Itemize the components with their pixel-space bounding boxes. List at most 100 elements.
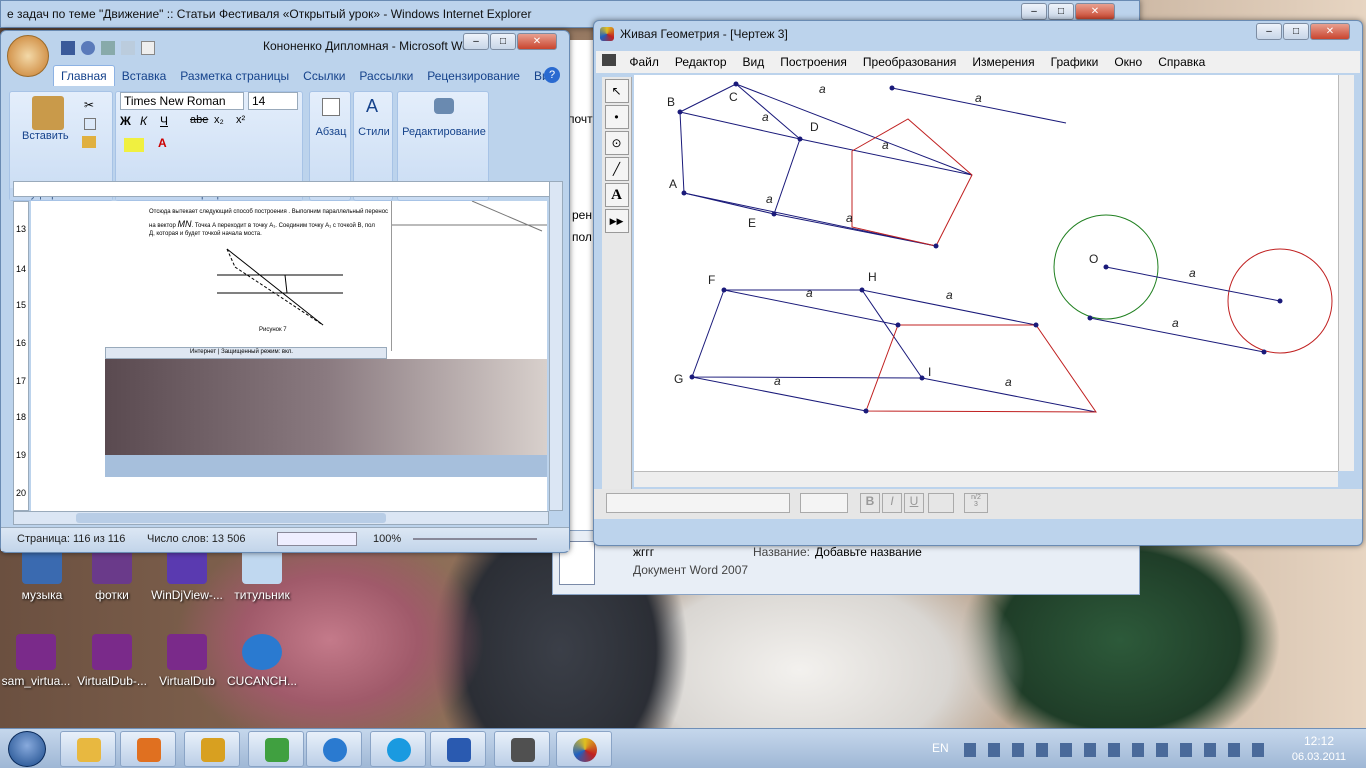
symbol-button[interactable] [928, 493, 954, 513]
page-status[interactable]: Страница: 116 из 116 [17, 533, 125, 545]
size-select[interactable] [800, 493, 848, 513]
label-F[interactable]: F [708, 273, 715, 287]
label-A[interactable]: A [669, 177, 677, 191]
horizontal-scrollbar[interactable] [13, 511, 549, 525]
vertical-scrollbar[interactable] [549, 181, 563, 511]
label-B[interactable]: B [667, 95, 675, 109]
clock-time[interactable]: 12:12 [1290, 734, 1348, 748]
taskbar-media-player[interactable] [120, 731, 176, 767]
tab-home[interactable]: Главная [53, 65, 115, 86]
geometry-hscroll[interactable] [634, 471, 1338, 487]
label-I[interactable]: I [928, 365, 931, 379]
taskbar-explorer[interactable] [60, 731, 116, 767]
tab-review[interactable]: Рецензирование [420, 66, 527, 86]
tab-page-layout[interactable]: Разметка страницы [173, 66, 296, 86]
fraction-button[interactable]: n/2 3 [964, 493, 988, 513]
menu-construct[interactable]: Построения [780, 55, 847, 69]
close-icon[interactable]: ✕ [517, 33, 557, 50]
menu-view[interactable]: Вид [743, 55, 765, 69]
font-color-icon[interactable]: A [158, 136, 167, 150]
document-area[interactable]: Отсюда вытекает следующий способ построе… [31, 201, 547, 511]
font-name-select[interactable]: Times New Roman [120, 92, 244, 110]
paste-icon[interactable] [32, 96, 64, 130]
menu-window[interactable]: Окно [1114, 55, 1142, 69]
taskbar-printer[interactable] [494, 731, 550, 767]
undo-icon[interactable] [81, 41, 95, 55]
bold-button[interactable]: Ж [120, 114, 138, 128]
help-icon[interactable]: ? [544, 67, 560, 83]
tray-icons[interactable] [964, 743, 1274, 757]
horizontal-ruler[interactable] [13, 181, 563, 197]
line-tool[interactable]: ╱ [604, 157, 629, 181]
underline-button[interactable]: U [904, 493, 924, 513]
editing-button[interactable]: Редактирование [398, 126, 490, 138]
desktop-icon-windjview[interactable]: WinDjView-... [145, 548, 229, 602]
desktop-icon-virtualdub-1[interactable]: VirtualDub-... [70, 634, 154, 688]
taskbar-app-flower[interactable] [248, 731, 304, 767]
maximize-icon[interactable]: □ [1283, 23, 1309, 40]
text-tool[interactable]: A [604, 183, 629, 207]
taskbar-internet-explorer[interactable] [306, 731, 362, 767]
underline-button[interactable]: Ч [160, 114, 188, 128]
print-preview-icon[interactable] [121, 41, 135, 55]
font-size-select[interactable]: 14 [248, 92, 298, 110]
label-C[interactable]: C [729, 90, 738, 104]
menu-measure[interactable]: Измерения [972, 55, 1034, 69]
menu-file[interactable]: Файл [629, 55, 659, 69]
tab-references[interactable]: Ссылки [296, 66, 352, 86]
minimize-icon[interactable]: – [1021, 3, 1047, 20]
format-painter-icon[interactable] [82, 136, 96, 148]
custom-tool[interactable]: ▶▶ [604, 209, 629, 233]
copy-icon[interactable] [84, 118, 96, 130]
menu-transform[interactable]: Преобразования [863, 55, 957, 69]
bold-button[interactable]: B [860, 493, 880, 513]
menu-help[interactable]: Справка [1158, 55, 1205, 69]
label-O[interactable]: O [1089, 252, 1098, 266]
zoom-slider[interactable] [413, 538, 537, 540]
clock-date[interactable]: 06.03.2011 [1290, 751, 1348, 763]
italic-button[interactable]: К [140, 114, 158, 128]
desktop-icon-virtualdub-2[interactable]: VirtualDub [145, 634, 229, 688]
styles-button[interactable]: Стили [356, 126, 392, 138]
close-icon[interactable]: ✕ [1310, 23, 1350, 40]
label-D[interactable]: D [810, 120, 819, 134]
cut-icon[interactable]: ✂ [84, 98, 94, 112]
highlight-icon[interactable] [124, 138, 144, 152]
language-indicator[interactable]: EN [932, 741, 949, 755]
redo-icon[interactable] [101, 41, 115, 55]
scroll-thumb[interactable] [76, 513, 386, 523]
maximize-icon[interactable]: □ [1048, 3, 1074, 20]
desktop-icon-title[interactable]: титульник [220, 548, 304, 602]
start-button[interactable] [8, 731, 46, 767]
superscript-button[interactable]: x² [236, 114, 256, 128]
point-tool[interactable]: • [604, 105, 629, 129]
word-window[interactable]: Кононенко Дипломная - Microsoft Word – □ ✕… [0, 30, 570, 553]
sketch-canvas[interactable]: B C D A E F H G I O a a a a a a a a a a a a [634, 75, 1338, 471]
bg-title-value[interactable]: Добавьте название [815, 545, 922, 559]
label-G[interactable]: G [674, 372, 683, 386]
geometry-vscroll[interactable] [1338, 75, 1354, 471]
minimize-icon[interactable]: – [463, 33, 489, 50]
taskbar-word[interactable] [430, 731, 486, 767]
tab-mailings[interactable]: Рассылки [352, 66, 420, 86]
save-icon[interactable] [61, 41, 75, 55]
minimize-icon[interactable]: – [1256, 23, 1282, 40]
taskbar-app-bolt[interactable] [184, 731, 240, 767]
maximize-icon[interactable]: □ [490, 33, 516, 50]
taskbar-geometry[interactable] [556, 731, 612, 767]
italic-button[interactable]: I [882, 493, 902, 513]
paragraph-button[interactable]: Абзац [312, 126, 350, 138]
word-count-status[interactable]: Число слов: 13 506 [147, 533, 245, 545]
font-select[interactable] [606, 493, 790, 513]
taskbar-skype[interactable] [370, 731, 426, 767]
arrow-tool[interactable]: ↖ [604, 79, 629, 103]
doc-menu-icon[interactable] [602, 54, 616, 66]
strikethrough-button[interactable]: abe [190, 114, 212, 128]
compass-tool[interactable]: ⊙ [604, 131, 629, 155]
view-buttons[interactable] [277, 532, 357, 546]
geometry-window[interactable]: Живая Геометрия - [Чертеж 3] – □ ✕ Файл Ред… [593, 20, 1363, 546]
menu-graph[interactable]: Графики [1051, 55, 1099, 69]
menu-edit[interactable]: Редактор [675, 55, 727, 69]
label-H[interactable]: H [868, 270, 877, 284]
subscript-button[interactable]: x₂ [214, 114, 234, 128]
